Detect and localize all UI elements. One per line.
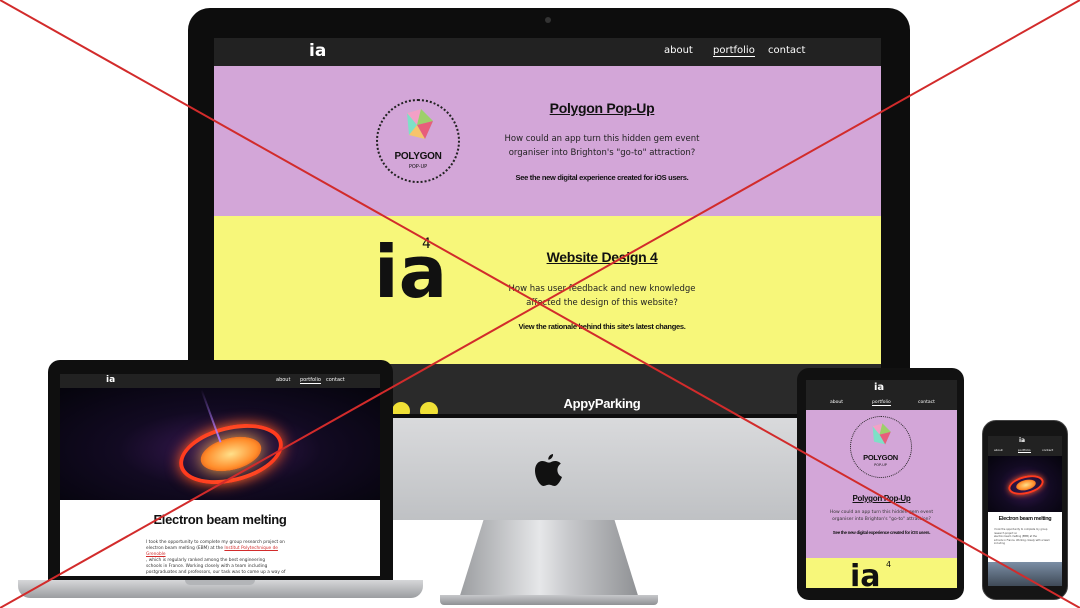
website-title[interactable]: Website Design 4: [500, 249, 704, 265]
nav-contact[interactable]: contact: [768, 45, 805, 56]
imac-camera: [545, 17, 551, 23]
iphone-nav-contact[interactable]: contact: [1042, 448, 1053, 452]
macbook-body-line-2-text: electron beam melting (EBM) at the: [146, 546, 224, 551]
nav-about[interactable]: about: [664, 45, 693, 56]
website-logo-superscript: 4: [422, 236, 431, 252]
iphone-body-line-4: schools in France. Working closely with …: [994, 538, 1050, 546]
macbook-navbar: ia about portfolio contact: [60, 374, 380, 388]
polygon-logo-subtext: POP-UP: [408, 164, 428, 170]
ipad-polygon-desc-2: organiser into Brighton's "go-to" attrac…: [832, 517, 931, 522]
imac-navbar: ia about portfolio contact: [214, 38, 881, 66]
macbook-nav-portfolio[interactable]: portfolio: [300, 377, 321, 384]
ipad-polygon-logo-text: POLYGON: [863, 453, 898, 462]
iphone-screen: ia about portfolio contact Electron beam…: [988, 436, 1062, 586]
appy-logo-dot-1: [392, 402, 410, 414]
macbook-article-title: Electron beam melting: [153, 512, 287, 527]
website-logo-text: ia: [374, 230, 448, 314]
polygon-logo: POLYGON POP-UP: [376, 99, 460, 183]
polygon-section[interactable]: POLYGON POP-UP Polygon Pop-Up How could …: [214, 66, 881, 216]
imac-stand: [458, 520, 640, 602]
macbook-notch: [185, 580, 255, 585]
iphone-navbar: ia about portfolio contact: [988, 436, 1062, 456]
iphone-article-body: I took the opportunity to complete my gr…: [994, 528, 1056, 558]
iphone-hero-image: [988, 456, 1062, 512]
ipad-polygon-logo: POLYGON POP-UP: [850, 416, 912, 478]
polygon-gem-icon: [407, 109, 433, 139]
ipad-website-section[interactable]: ia 4: [806, 558, 957, 588]
ipad-polygon-logo-subtext: POP-UP: [874, 463, 887, 467]
appy-logo-dot-2: [420, 402, 438, 414]
website-desc-1: How has user feedback and new knowledge: [508, 284, 696, 294]
macbook-hero-image: [60, 388, 380, 500]
ipad-navbar: ia about portfolio contact: [806, 380, 957, 410]
iphone-nav-portfolio[interactable]: portfolio: [1018, 448, 1031, 453]
polygon-desc-1: How could an app turn this hidden gem ev…: [504, 134, 700, 144]
ipad-brand-logo[interactable]: ia: [874, 382, 884, 393]
ipad-polygon-cta[interactable]: See the new digital experience created f…: [806, 530, 957, 535]
brand-logo[interactable]: ia: [309, 41, 326, 61]
macbook-article-body: I took the opportunity to complete my gr…: [146, 540, 298, 576]
ipad-nav-contact[interactable]: contact: [918, 400, 935, 405]
ipad-nav-about[interactable]: about: [830, 400, 843, 405]
imac-screen: ia about portfolio contact POLYGON POP-U…: [214, 38, 881, 414]
ipad-screen: ia about portfolio contact POLYGON POP-U…: [806, 380, 957, 588]
iphone-nav-about[interactable]: about: [994, 448, 1003, 452]
appy-title[interactable]: AppyParking: [500, 396, 704, 411]
macbook-body-line-2: electron beam melting (EBM) at the Insti…: [146, 546, 298, 558]
apple-logo-icon: [535, 454, 562, 486]
polygon-desc-2: organiser into Brighton's "go-to" attrac…: [508, 148, 696, 158]
ipad-website-logo-superscript: 4: [886, 560, 892, 569]
imac-stand-base: [440, 595, 658, 605]
iphone-brand-logo[interactable]: ia: [1019, 437, 1025, 444]
ipad-polygon-title[interactable]: Polygon Pop-Up: [806, 494, 957, 503]
website-desc-2: affected the design of this website?: [526, 298, 678, 308]
iphone-article-title: Electron beam melting: [998, 516, 1052, 522]
nav-portfolio[interactable]: portfolio: [713, 45, 755, 57]
polygon-cta[interactable]: See the new digital experience created f…: [476, 173, 728, 182]
ipad-nav-portfolio[interactable]: portfolio: [872, 400, 891, 406]
ipad-polygon-gem-icon: [872, 423, 891, 445]
macbook-screen: ia about portfolio contact Electron beam…: [60, 374, 380, 576]
website-section[interactable]: ia 4 Website Design 4 How has user feedb…: [214, 216, 881, 364]
macbook-brand-logo[interactable]: ia: [106, 375, 115, 385]
ipad-polygon-desc-1: How could an app turn this hidden gem ev…: [829, 510, 934, 515]
iphone-body-line-1: I took the opportunity to complete my gr…: [994, 528, 1048, 535]
ipad-website-logo-text: ia: [850, 559, 881, 589]
macbook-nav-about[interactable]: about: [276, 377, 290, 383]
macbook-body-line-5: postgraduates and professors, our task w…: [146, 570, 286, 575]
website-cta[interactable]: View the rationale behind this site's la…: [476, 322, 728, 331]
polygon-title[interactable]: Polygon Pop-Up: [500, 100, 704, 116]
website-logo: ia 4: [374, 230, 474, 340]
iphone-footer-image: [988, 562, 1062, 586]
macbook-nav-contact[interactable]: contact: [326, 377, 345, 383]
polygon-logo-text: POLYGON: [394, 151, 442, 162]
